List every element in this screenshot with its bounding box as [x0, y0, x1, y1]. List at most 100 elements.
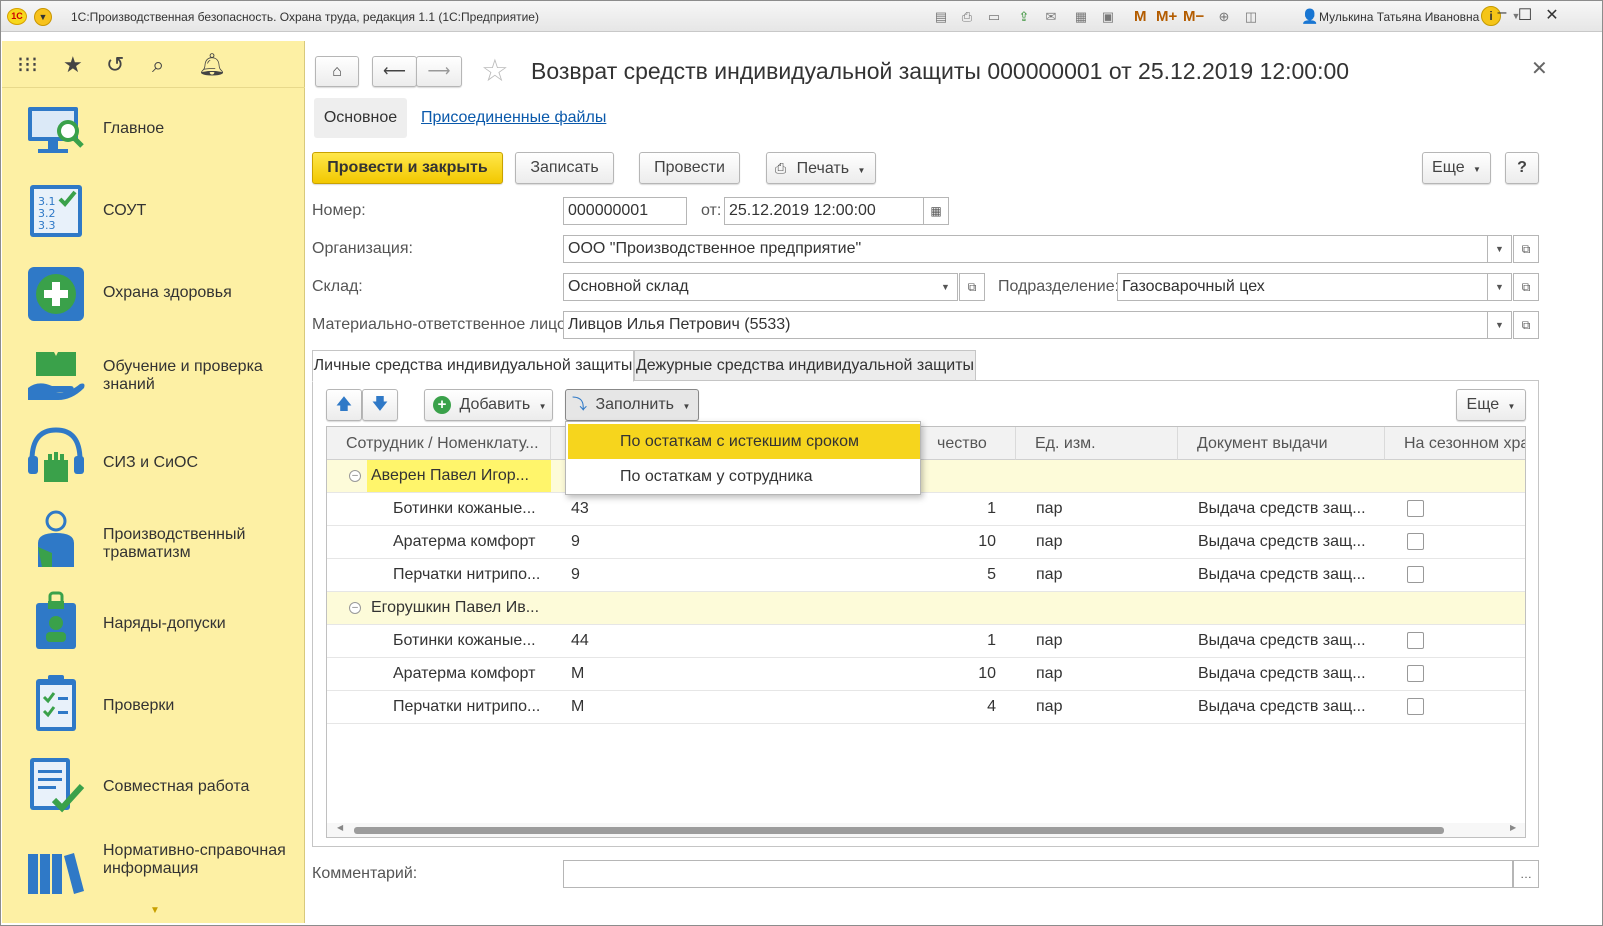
close-window-button[interactable]: ✕: [1541, 5, 1563, 25]
warehouse-open-icon[interactable]: ⧉: [959, 273, 985, 301]
section-main[interactable]: Главное: [2, 89, 305, 169]
favorite-star-icon[interactable]: ☆: [481, 53, 509, 89]
table-row[interactable]: Ботинки кожаные... 44 1 пар Выдача средс…: [327, 625, 1525, 658]
section-label: Нормативно-справочная информация: [103, 842, 286, 877]
date-field[interactable]: 25.12.2019 12:00:00: [724, 197, 924, 225]
more-button[interactable]: Еще ▼: [1422, 152, 1491, 184]
help-button[interactable]: ?: [1505, 152, 1539, 184]
section-injuries[interactable]: Производственный травматизм: [2, 499, 305, 579]
notifications-bell-icon[interactable]: 🔔︎: [198, 52, 226, 78]
export-icon[interactable]: ⇪: [1014, 7, 1034, 26]
user-name[interactable]: Мулькина Татьяна Ивановна: [1319, 10, 1479, 24]
column-header-issue-doc[interactable]: Документ выдачи: [1178, 427, 1385, 460]
search-icon[interactable]: ⌕: [152, 52, 164, 78]
calendar-icon[interactable]: ▣: [1098, 7, 1118, 26]
column-header-seasonal[interactable]: На сезонном хра: [1385, 427, 1525, 460]
print-button[interactable]: ⎙ Печать ▼: [766, 152, 876, 184]
save-icon[interactable]: ▤: [931, 7, 951, 26]
seasonal-checkbox[interactable]: [1407, 632, 1424, 649]
all-functions-icon[interactable]: ⁝⁝⁝: [17, 52, 38, 78]
horizontal-scrollbar[interactable]: ◀ ▶: [327, 823, 1525, 837]
seasonal-checkbox[interactable]: [1407, 698, 1424, 715]
table-group-row[interactable]: – Аверен Павел Игор...: [327, 460, 1525, 493]
section-health[interactable]: Охрана здоровья: [2, 253, 305, 333]
mol-open-icon[interactable]: ⧉: [1513, 311, 1539, 339]
scroll-right-icon[interactable]: ▶: [1510, 823, 1516, 832]
fill-button[interactable]: ⤵ Заполнить ▼: [565, 389, 699, 421]
save-button[interactable]: Записать: [515, 152, 614, 184]
mail-icon[interactable]: ✉: [1041, 7, 1061, 26]
menu-item-expired-balances[interactable]: По остаткам с истекшим сроком: [568, 424, 920, 459]
division-dropdown-icon[interactable]: ▼: [1488, 273, 1512, 301]
memory-minus-button[interactable]: M−: [1183, 8, 1204, 25]
number-field[interactable]: 000000001: [563, 197, 687, 225]
panel-icon[interactable]: ◫: [1241, 7, 1261, 26]
preview-icon[interactable]: ▭: [984, 7, 1004, 26]
add-button[interactable]: + Добавить ▼: [424, 389, 553, 421]
history-icon[interactable]: ↺: [106, 52, 124, 78]
calculator-icon[interactable]: ▦: [1071, 7, 1091, 26]
comment-expand-button[interactable]: …: [1513, 860, 1539, 888]
zoom-icon[interactable]: ⊕: [1214, 7, 1234, 26]
scrollbar-thumb[interactable]: [354, 827, 1444, 834]
warehouse-field[interactable]: Основной склад: [563, 273, 935, 301]
move-down-button[interactable]: 🡇: [362, 389, 398, 421]
organization-open-icon[interactable]: ⧉: [1513, 235, 1539, 263]
warehouse-dropdown-icon[interactable]: ▼: [934, 273, 958, 301]
post-and-close-button[interactable]: Провести и закрыть: [312, 152, 503, 184]
scroll-down-icon[interactable]: ▼: [150, 905, 160, 916]
organization-dropdown-icon[interactable]: ▼: [1488, 235, 1512, 263]
table-row[interactable]: Аратерма комфорт M 10 пар Выдача средств…: [327, 658, 1525, 691]
table-row[interactable]: Перчатки нитрипо... 9 5 пар Выдача средс…: [327, 559, 1525, 592]
column-header-unit[interactable]: Ед. изм.: [1016, 427, 1178, 460]
section-siz[interactable]: СИЗ и СиОС: [2, 416, 305, 496]
post-button[interactable]: Провести: [639, 152, 740, 184]
print-icon[interactable]: ⎙: [957, 7, 977, 26]
ppe-table: Сотрудник / Номенклату... чество Ед. изм…: [326, 426, 1526, 838]
close-document-icon[interactable]: ✕: [1531, 56, 1548, 81]
organization-field[interactable]: ООО "Производственное предприятие": [563, 235, 1488, 263]
calendar-picker-icon[interactable]: ▦: [923, 197, 949, 225]
comment-field[interactable]: [563, 860, 1513, 888]
table-row[interactable]: Аратерма комфорт 9 10 пар Выдача средств…: [327, 526, 1525, 559]
section-inspections[interactable]: Проверки: [2, 663, 305, 743]
tab-main[interactable]: Основное: [314, 98, 407, 138]
tab-personal-ppe[interactable]: Личные средства индивидуальной защиты: [312, 350, 634, 382]
table-row[interactable]: Перчатки нитрипо... M 4 пар Выдача средс…: [327, 691, 1525, 724]
section-reference[interactable]: Нормативно-справочная информация: [2, 826, 305, 906]
division-open-icon[interactable]: ⧉: [1513, 273, 1539, 301]
document-check-icon: [30, 758, 85, 813]
table-more-button[interactable]: Еще ▼: [1456, 389, 1526, 421]
column-header-employee[interactable]: Сотрудник / Номенклату...: [327, 427, 551, 460]
seasonal-checkbox[interactable]: [1407, 533, 1424, 550]
mol-dropdown-icon[interactable]: ▼: [1488, 311, 1512, 339]
home-button[interactable]: ⌂: [315, 56, 359, 87]
mol-field[interactable]: Ливцов Илья Петрович (5533): [563, 311, 1488, 339]
favorites-star-icon[interactable]: ★: [63, 52, 83, 78]
minimize-button[interactable]: –: [1491, 4, 1513, 22]
forward-button[interactable]: ⟶: [416, 56, 462, 87]
seasonal-checkbox[interactable]: [1407, 665, 1424, 682]
table-group-row[interactable]: – Егорушкин Павел Ив...: [327, 592, 1525, 625]
back-button[interactable]: ⟵: [372, 56, 417, 87]
menu-item-employee-balances[interactable]: По остаткам у сотрудника: [568, 459, 920, 494]
collapse-icon[interactable]: –: [349, 602, 361, 614]
move-up-button[interactable]: 🡅: [326, 389, 362, 421]
column-header-quantity[interactable]: чество: [918, 427, 1016, 460]
memory-button[interactable]: M: [1134, 8, 1147, 25]
scroll-left-icon[interactable]: ◀: [337, 823, 343, 832]
tab-attached-files[interactable]: Присоединенные файлы: [421, 109, 606, 127]
table-row[interactable]: Ботинки кожаные... 43 1 пар Выдача средс…: [327, 493, 1525, 526]
tab-duty-ppe[interactable]: Дежурные средства индивидуальной защиты: [634, 350, 976, 381]
section-collaboration[interactable]: Совместная работа: [2, 744, 305, 824]
memory-plus-button[interactable]: M+: [1156, 8, 1177, 25]
main-menu-button[interactable]: ▼: [34, 8, 52, 26]
maximize-button[interactable]: ☐: [1514, 5, 1536, 25]
seasonal-checkbox[interactable]: [1407, 566, 1424, 583]
seasonal-checkbox[interactable]: [1407, 500, 1424, 517]
section-permits[interactable]: Наряды-допуски: [2, 581, 305, 661]
section-training[interactable]: Обучение и проверка знаний: [2, 336, 305, 416]
collapse-icon[interactable]: –: [349, 470, 361, 482]
division-field[interactable]: Газосварочный цех: [1117, 273, 1488, 301]
section-sout[interactable]: 3.1 3.2 3.3 СОУТ: [2, 171, 305, 251]
